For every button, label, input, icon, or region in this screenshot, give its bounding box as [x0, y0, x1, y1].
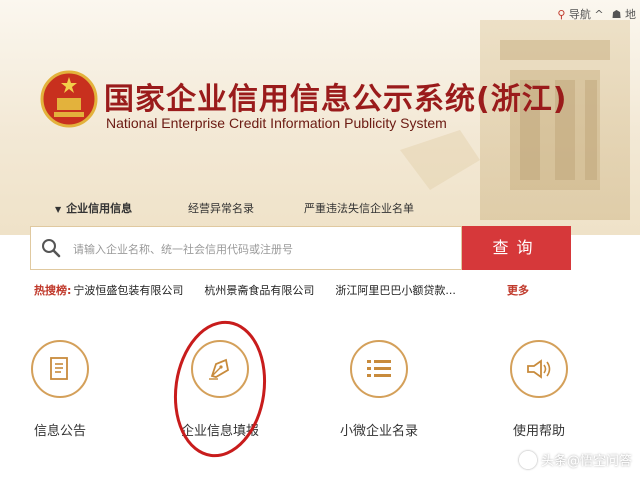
search-box	[30, 226, 462, 270]
nav-guide-label: 导航	[568, 8, 591, 21]
hot-search-label: 热搜榜:	[34, 284, 72, 297]
search-tabs: ▼ 企业信用信息 经营异常名录 严重违法失信企业名单	[55, 200, 414, 216]
chevron-up-icon: ^	[594, 8, 604, 21]
hot-search-item[interactable]: 杭州景斋食品有限公司	[204, 282, 335, 298]
tab-blacklist[interactable]: 严重违法失信企业名单	[304, 200, 414, 216]
service-label: 信息公告	[33, 424, 86, 439]
triangle-down-icon: ▼	[55, 205, 62, 214]
page-subtitle: National Enterprise Credit Information P…	[106, 115, 447, 131]
search-icon	[42, 239, 61, 258]
top-nav: ⚲ 导航 ^ ☗ 地	[557, 6, 636, 22]
document-icon	[31, 340, 89, 398]
tab-abnormal-list[interactable]: 经营异常名录	[188, 200, 304, 216]
search-input[interactable]	[71, 237, 455, 261]
watermark: 头条@悟空问答	[518, 450, 632, 469]
service-label: 使用帮助	[512, 424, 565, 439]
tab-label: 严重违法失信企业名单	[304, 202, 414, 215]
nav-item-guide[interactable]: ⚲ 导航 ^	[557, 6, 603, 22]
service-label: 小微企业名录	[339, 424, 418, 439]
tab-label: 经营异常名录	[188, 202, 254, 215]
location-pin-icon: ⚲	[557, 8, 566, 21]
service-help[interactable]: 使用帮助	[479, 340, 599, 439]
search-button[interactable]: 查询	[462, 226, 571, 270]
nav-region-label: 地	[625, 8, 636, 21]
watermark-text: 头条@悟空问答	[540, 454, 632, 469]
speaker-icon	[510, 340, 568, 398]
tab-enterprise-credit[interactable]: ▼ 企业信用信息	[55, 200, 188, 216]
national-emblem-logo	[40, 70, 98, 128]
red-annotation-circle	[173, 320, 267, 458]
hot-search-bar: 热搜榜: 宁波恒盛包装有限公司 杭州景斋食品有限公司 浙江阿里巴巴小额贷款...…	[34, 282, 529, 298]
service-small-business-list[interactable]: 小微企业名录	[319, 340, 439, 439]
page-title: 国家企业信用信息公示系统(浙江)	[104, 82, 568, 117]
header-banner: ⚲ 导航 ^ ☗ 地 国家企业信用信息公示系统(浙江) National Ent…	[0, 0, 640, 235]
hot-search-item[interactable]: 浙江阿里巴巴小额贷款...	[335, 282, 456, 298]
more-link[interactable]: 更多	[507, 282, 529, 298]
hot-search-item[interactable]: 宁波恒盛包装有限公司	[73, 282, 204, 298]
watermark-logo-icon	[518, 450, 537, 469]
nav-item-region[interactable]: ☗ 地	[612, 6, 636, 22]
list-icon	[350, 340, 408, 398]
person-icon: ☗	[611, 8, 622, 21]
tab-label: 企业信用信息	[66, 202, 133, 215]
service-announcements[interactable]: 信息公告	[0, 340, 120, 439]
